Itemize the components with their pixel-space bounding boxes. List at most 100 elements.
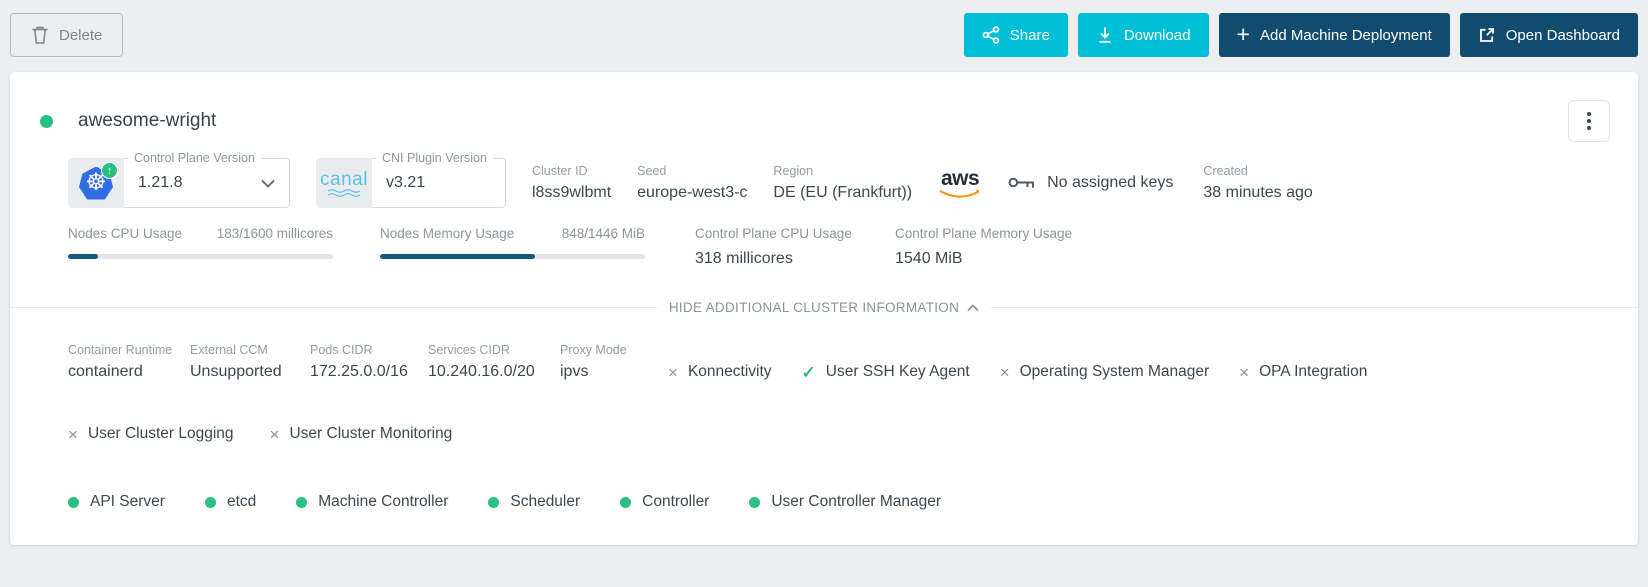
control-plane-version-field: ☸ ↑ Control Plane Version 1.21.8 xyxy=(68,158,290,208)
created-value: 38 minutes ago xyxy=(1203,184,1312,202)
download-button[interactable]: Download xyxy=(1078,13,1209,57)
components-status-row: API Server etcd Machine Controller Sched… xyxy=(10,493,1638,511)
control-plane-memory-usage-label: Control Plane Memory Usage xyxy=(895,226,1075,241)
additional-details-row: Container Runtime containerd External CC… xyxy=(10,343,1638,381)
nodes-cpu-progressbar xyxy=(68,254,333,259)
hide-additional-info-label: HIDE ADDITIONAL CLUSTER INFORMATION xyxy=(669,300,959,315)
share-icon xyxy=(982,26,1000,44)
cluster-id-label: Cluster ID xyxy=(532,164,611,178)
control-plane-version-select[interactable]: Control Plane Version 1.21.8 xyxy=(124,158,290,208)
cross-icon: × xyxy=(1239,364,1249,381)
proxy-mode-value: ipvs xyxy=(560,363,638,381)
healthy-dot-icon xyxy=(749,497,760,508)
nodes-cpu-usage: Nodes CPU Usage 183/1600 millicores xyxy=(68,226,333,268)
cluster-health-dot xyxy=(40,115,53,128)
ssh-keys-text: No assigned keys xyxy=(1047,174,1173,192)
kubernetes-logo-icon: ☸ ↑ xyxy=(68,158,124,208)
delete-button[interactable]: Delete xyxy=(10,13,123,57)
proxy-mode-detail: Proxy Mode ipvs xyxy=(560,343,638,381)
container-runtime-label: Container Runtime xyxy=(68,343,190,357)
additional-info-divider: HIDE ADDITIONAL CLUSTER INFORMATION xyxy=(10,300,1638,315)
cluster-id-value: l8ss9wlbmt xyxy=(532,184,611,202)
control-plane-cpu-usage-label: Control Plane CPU Usage xyxy=(695,226,875,241)
features-row-2: × User Cluster Logging × User Cluster Mo… xyxy=(10,425,1638,443)
region-detail: Region DE (EU (Frankfurt)) xyxy=(773,164,912,202)
seed-value: europe-west3-c xyxy=(637,184,747,202)
download-icon xyxy=(1096,26,1114,44)
usage-row: Nodes CPU Usage 183/1600 millicores Node… xyxy=(10,226,1638,268)
nodes-memory-progressbar xyxy=(380,254,645,259)
cluster-menu-button[interactable] xyxy=(1568,100,1610,142)
aws-provider-icon: aws xyxy=(938,168,982,199)
feature-user-cluster-monitoring: × User Cluster Monitoring xyxy=(270,425,453,443)
nodes-cpu-usage-value: 183/1600 millicores xyxy=(217,226,333,241)
healthy-dot-icon xyxy=(488,497,499,508)
feature-konnectivity: × Konnectivity xyxy=(668,363,772,381)
delete-button-label: Delete xyxy=(59,27,102,44)
feature-user-ssh-key-agent: ✓ User SSH Key Agent xyxy=(802,363,970,381)
open-dashboard-label: Open Dashboard xyxy=(1506,27,1620,44)
region-value: DE (EU (Frankfurt)) xyxy=(773,184,912,202)
share-button-label: Share xyxy=(1010,27,1050,44)
cluster-card: awesome-wright ☸ ↑ Control Plane Version… xyxy=(10,72,1638,545)
cross-icon: × xyxy=(68,426,78,443)
services-cidr-value: 10.240.16.0/20 xyxy=(428,363,560,381)
kebab-icon xyxy=(1587,112,1591,116)
external-link-icon xyxy=(1478,26,1496,44)
cluster-card-header: awesome-wright xyxy=(10,72,1638,142)
seed-detail: Seed europe-west3-c xyxy=(637,164,747,202)
hide-additional-info-button[interactable]: HIDE ADDITIONAL CLUSTER INFORMATION xyxy=(657,300,991,315)
component-scheduler: Scheduler xyxy=(488,493,580,511)
external-ccm-detail: External CCM Unsupported xyxy=(190,343,310,381)
healthy-dot-icon xyxy=(68,497,79,508)
cross-icon: × xyxy=(270,426,280,443)
control-plane-version-value: 1.21.8 xyxy=(138,174,182,192)
component-machine-controller: Machine Controller xyxy=(296,493,448,511)
cluster-name: awesome-wright xyxy=(78,110,216,132)
plus-icon: + xyxy=(1237,23,1250,46)
add-machine-deployment-button[interactable]: + Add Machine Deployment xyxy=(1219,13,1450,57)
component-controller: Controller xyxy=(620,493,709,511)
created-label: Created xyxy=(1203,164,1312,178)
trash-icon xyxy=(31,25,49,45)
add-machine-deployment-label: Add Machine Deployment xyxy=(1260,27,1432,44)
key-icon xyxy=(1008,176,1035,191)
toolbar-right-group: Share Download + Add Machine Deployment … xyxy=(964,13,1638,57)
chevron-down-icon xyxy=(261,179,275,188)
cni-plugin-version-value-box: CNI Plugin Version v3.21 xyxy=(372,158,506,208)
external-ccm-value: Unsupported xyxy=(190,363,310,381)
container-runtime-detail: Container Runtime containerd xyxy=(68,343,190,381)
created-detail: Created 38 minutes ago xyxy=(1203,164,1312,202)
toolbar: Delete Share Download + Add Machine Depl… xyxy=(10,13,1638,57)
cross-icon: × xyxy=(668,364,678,381)
pods-cidr-detail: Pods CIDR 172.25.0.0/16 xyxy=(310,343,428,381)
cni-plugin-version-field: canal CNI Plugin Version v3.21 xyxy=(316,158,506,208)
pods-cidr-label: Pods CIDR xyxy=(310,343,428,357)
proxy-mode-label: Proxy Mode xyxy=(560,343,638,357)
nodes-cpu-usage-label: Nodes CPU Usage xyxy=(68,226,182,241)
control-plane-cpu-usage-value: 318 millicores xyxy=(695,250,875,268)
region-label: Region xyxy=(773,164,912,178)
cluster-info-row: ☸ ↑ Control Plane Version 1.21.8 canal xyxy=(10,158,1638,208)
cni-plugin-version-value: v3.21 xyxy=(386,174,425,192)
nodes-memory-usage-value: 848/1446 MiB xyxy=(562,226,645,241)
cluster-id-detail: Cluster ID l8ss9wlbmt xyxy=(532,164,611,202)
control-plane-memory-usage: Control Plane Memory Usage 1540 MiB xyxy=(895,226,1075,268)
healthy-dot-icon xyxy=(205,497,216,508)
container-runtime-value: containerd xyxy=(68,363,190,381)
share-button[interactable]: Share xyxy=(964,13,1068,57)
healthy-dot-icon xyxy=(620,497,631,508)
feature-user-cluster-logging: × User Cluster Logging xyxy=(68,425,234,443)
ssh-keys-row[interactable]: No assigned keys xyxy=(1008,174,1173,192)
services-cidr-detail: Services CIDR 10.240.16.0/20 xyxy=(428,343,560,381)
download-button-label: Download xyxy=(1124,27,1191,44)
feature-opa-integration: × OPA Integration xyxy=(1239,363,1367,381)
control-plane-memory-usage-value: 1540 MiB xyxy=(895,250,1075,268)
check-icon: ✓ xyxy=(802,364,816,381)
component-user-controller-manager: User Controller Manager xyxy=(749,493,941,511)
services-cidr-label: Services CIDR xyxy=(428,343,560,357)
component-etcd: etcd xyxy=(205,493,256,511)
nodes-memory-usage: Nodes Memory Usage 848/1446 MiB xyxy=(380,226,645,268)
open-dashboard-button[interactable]: Open Dashboard xyxy=(1460,13,1638,57)
control-plane-version-label: Control Plane Version xyxy=(128,151,261,165)
